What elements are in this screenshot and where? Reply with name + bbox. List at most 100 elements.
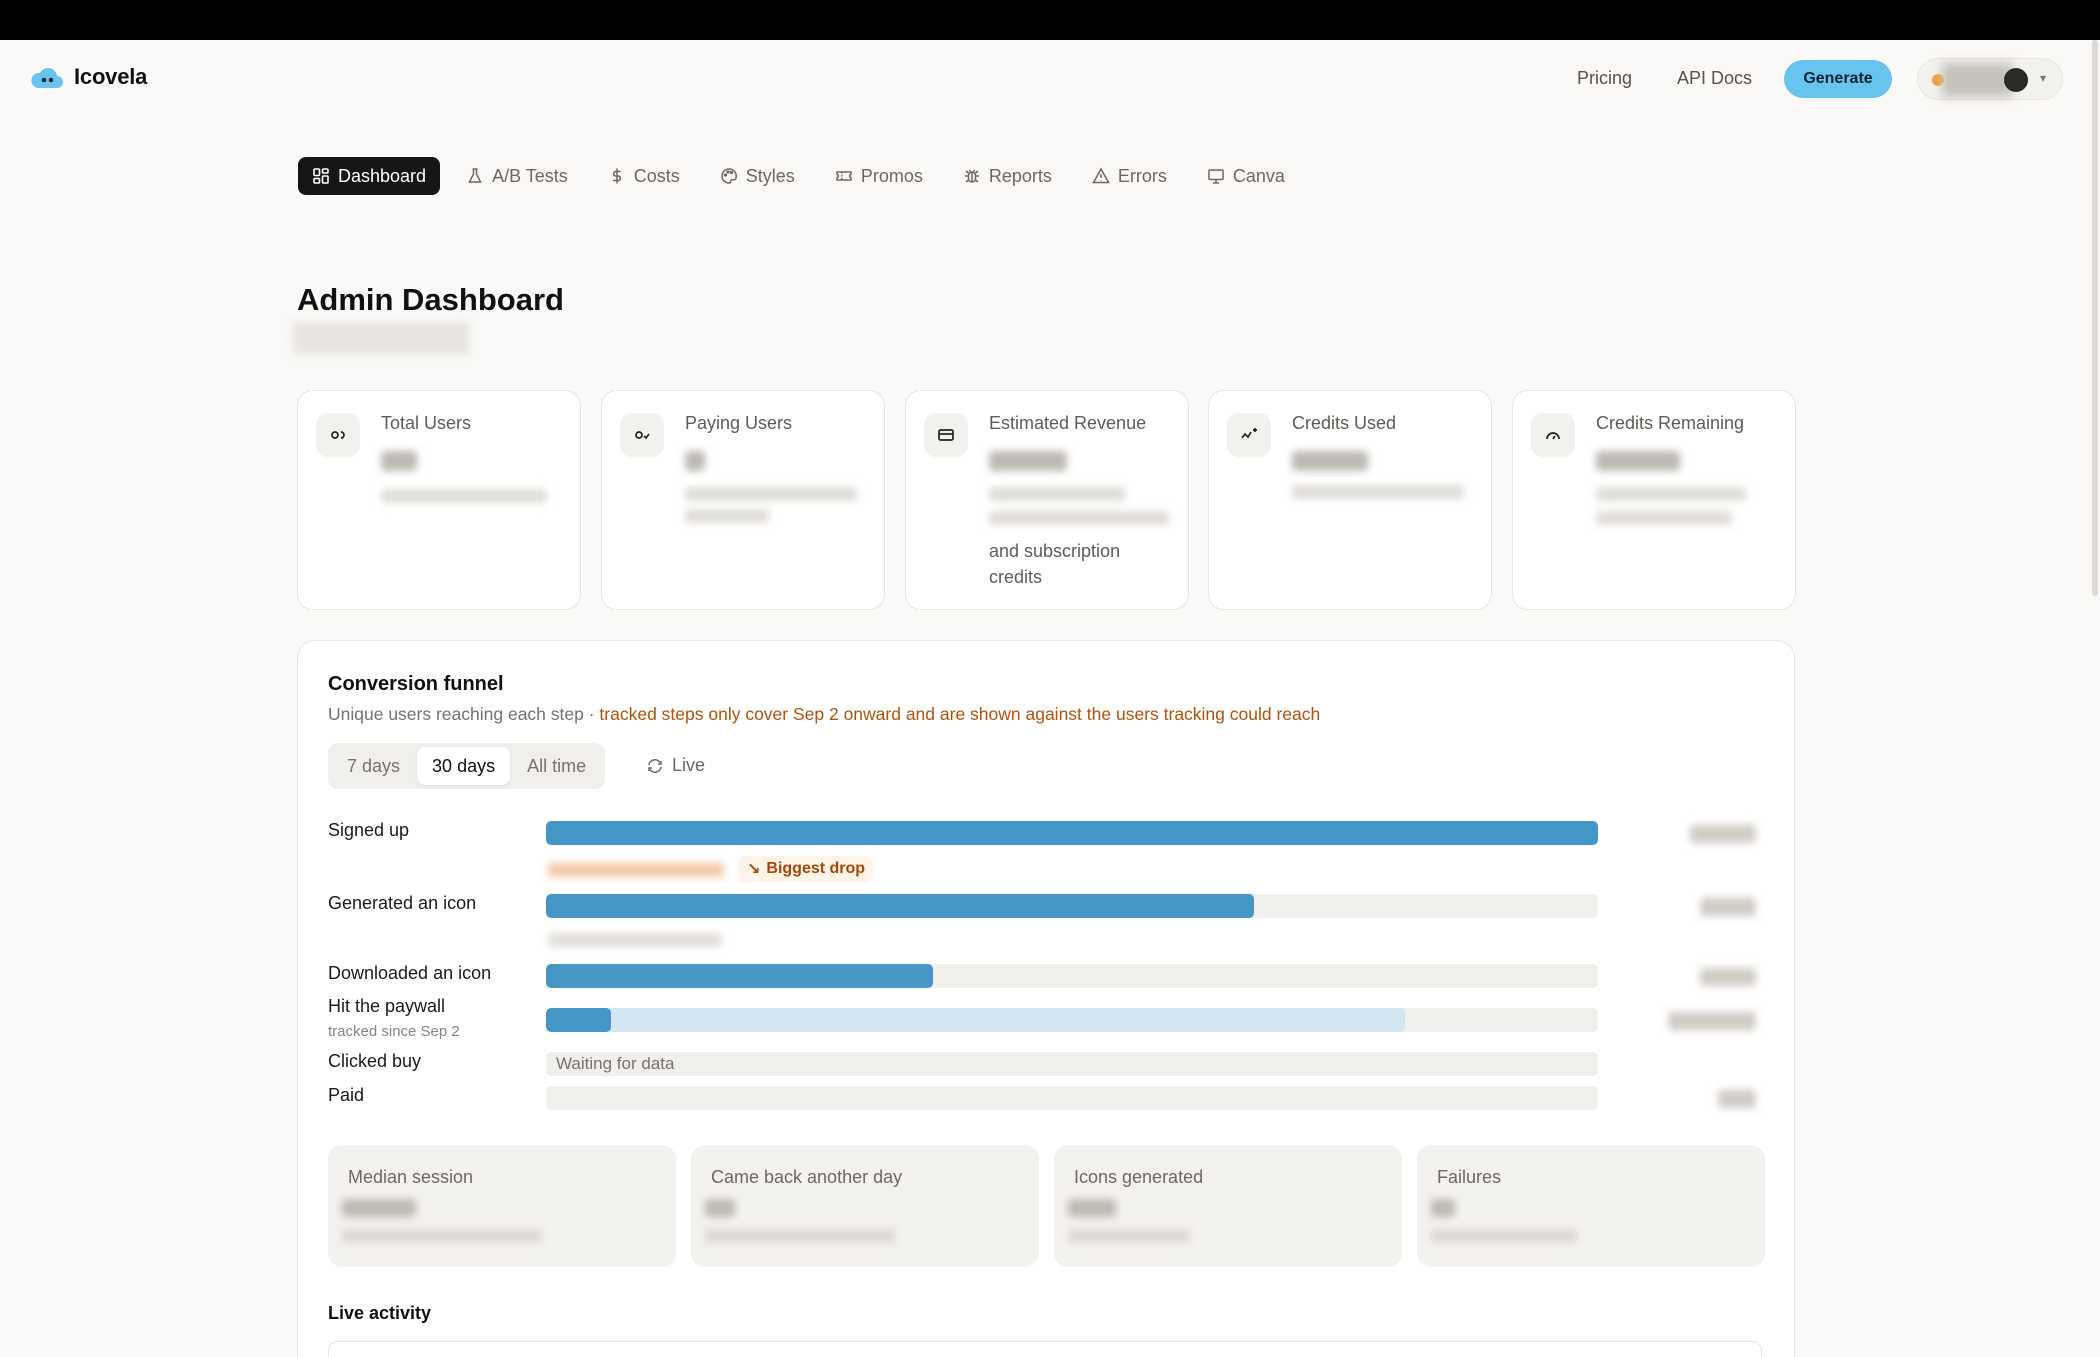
avatar — [2004, 68, 2028, 92]
tab-label: Dashboard — [338, 165, 427, 186]
bug-icon — [964, 169, 979, 183]
range-all-time[interactable]: All time — [512, 747, 601, 785]
funnel-bar-fill — [546, 1008, 612, 1032]
funnel-title: Conversion funnel — [328, 673, 504, 695]
metric-label: Icons generated — [1074, 1167, 1204, 1187]
metric-card-icons-generated: Icons generated — [1054, 1145, 1402, 1267]
funnel-tracking-warning: · tracked steps only cover Sep 2 onward … — [583, 704, 1321, 724]
tab-reports[interactable]: Reports — [949, 157, 1066, 195]
funnel-description-text: Unique users reaching each step — [328, 704, 584, 724]
funnel-step-label: Downloaded an icon — [328, 963, 492, 983]
site-header: Icovela Pricing API Docs Generate ▾ — [0, 40, 2100, 118]
dropoff-redacted — [548, 863, 724, 877]
metric-caption-redacted — [342, 1229, 542, 1243]
tab-canva[interactable]: Canva — [1193, 157, 1299, 195]
live-activity-feed[interactable] — [328, 1341, 1762, 1357]
stat-value-redacted — [685, 451, 705, 471]
stat-caption-redacted — [381, 489, 547, 503]
tab-promos[interactable]: Promos — [821, 157, 937, 195]
metric-caption-redacted — [1431, 1229, 1577, 1243]
stat-caption: and subscription credits — [989, 541, 1121, 587]
tab-dashboard[interactable]: Dashboard — [298, 157, 441, 195]
stat-label: Credits Used — [1292, 413, 1397, 433]
window-top-bar — [0, 0, 2100, 40]
stat-label: Total Users — [381, 413, 472, 433]
stat-label: Paying Users — [685, 413, 793, 433]
stat-value-redacted — [1596, 451, 1680, 471]
funnel-step-label: Hit the paywall — [328, 996, 446, 1016]
nav-api-docs-link[interactable]: API Docs — [1677, 68, 1752, 89]
stat-card-credits-remaining: Credits Remaining — [1512, 390, 1796, 610]
metric-label: Failures — [1437, 1167, 1502, 1187]
tab-styles[interactable]: Styles — [706, 157, 809, 195]
funnel-bar-downloaded[interactable] — [546, 964, 1598, 988]
stat-card-estimated-revenue: Estimated Revenue and subscription credi… — [905, 390, 1189, 610]
funnel-count-redacted — [1668, 1012, 1756, 1030]
account-menu[interactable]: ▾ — [1917, 58, 2063, 100]
live-activity-title: Live activity — [328, 1303, 432, 1323]
funnel-count-redacted — [1718, 1090, 1756, 1108]
stat-caption-redacted — [1292, 485, 1464, 499]
biggest-drop-badge: ↘ Biggest drop — [739, 856, 874, 882]
funnel-step-label: Generated an icon — [328, 893, 477, 913]
tab-costs[interactable]: Costs — [594, 157, 694, 195]
funnel-bar-paid[interactable] — [546, 1086, 1598, 1110]
stat-caption-redacted — [1596, 511, 1732, 525]
stat-card-credits-used: Credits Used — [1208, 390, 1492, 610]
funnel-bar-clicked-buy[interactable]: Waiting for data — [546, 1052, 1598, 1076]
tab-ab-tests[interactable]: A/B Tests — [452, 157, 582, 195]
user-check-icon — [635, 431, 650, 440]
metric-label: Came back another day — [711, 1167, 903, 1187]
funnel-step-label: Paid — [328, 1085, 365, 1105]
range-7-days[interactable]: 7 days — [332, 747, 415, 785]
range-30-days[interactable]: 30 days — [417, 747, 511, 785]
funnel-bar-signed-up[interactable] — [546, 821, 1598, 845]
stat-caption-redacted — [685, 487, 857, 501]
dashboard-icon — [313, 168, 329, 184]
palette-icon — [721, 168, 737, 184]
empty-state-text: Waiting for data — [556, 1054, 675, 1073]
trend-down-icon: ↘ — [747, 861, 761, 878]
stat-caption-redacted — [989, 511, 1169, 525]
stat-card-paying-users: Paying Users — [601, 390, 885, 610]
metric-card-came-back: Came back another day — [691, 1145, 1039, 1267]
ticket-icon — [836, 171, 852, 181]
logo[interactable]: Icovela — [30, 64, 147, 90]
page-scrollbar[interactable] — [2092, 40, 2098, 596]
funnel-bar-generated[interactable] — [546, 894, 1598, 918]
funnel-count-redacted — [1690, 825, 1756, 843]
live-toggle[interactable]: Live — [646, 755, 705, 776]
account-info-redacted — [1942, 63, 2012, 97]
activity-icon — [1241, 428, 1257, 439]
funnel-step-label: Clicked buy — [328, 1051, 422, 1071]
metric-card-failures: Failures — [1417, 1145, 1765, 1267]
metric-value-redacted — [342, 1199, 416, 1217]
stat-card-total-users: Total Users — [297, 390, 581, 610]
funnel-bar-paywall[interactable] — [546, 1008, 1598, 1032]
metric-card-median-session: Median session — [328, 1145, 676, 1267]
funnel-count-redacted — [1700, 898, 1756, 916]
funnel-bar-tracked-reach — [546, 1008, 1406, 1032]
tab-errors[interactable]: Errors — [1078, 157, 1181, 195]
stat-value-redacted — [381, 451, 417, 471]
warning-icon — [1092, 167, 1110, 184]
chevron-down-icon: ▾ — [2040, 71, 2047, 85]
stat-label: Credits Remaining — [1596, 413, 1745, 433]
funnel-step-note: tracked since Sep 2 — [328, 1023, 460, 1040]
dollar-icon — [612, 168, 621, 184]
funnel-description: Unique users reaching each step · tracke… — [328, 704, 1320, 725]
funnel-bar-fill — [546, 964, 934, 988]
metric-label: Median session — [348, 1167, 474, 1187]
admin-tabs: Dashboard A/B Tests Costs Styles Promos … — [298, 157, 1311, 195]
stat-caption-redacted — [685, 509, 769, 523]
tab-label: Errors — [1117, 165, 1167, 186]
funnel-step-label: Signed up — [328, 820, 410, 840]
card-icon — [938, 429, 954, 441]
metric-caption-redacted — [705, 1229, 895, 1243]
tab-label: Reports — [988, 165, 1052, 186]
generate-button[interactable]: Generate — [1784, 60, 1892, 98]
tab-label: Promos — [860, 165, 923, 186]
metric-value-redacted — [705, 1199, 735, 1217]
funnel-count-redacted — [1700, 968, 1756, 986]
nav-pricing-link[interactable]: Pricing — [1577, 68, 1632, 89]
